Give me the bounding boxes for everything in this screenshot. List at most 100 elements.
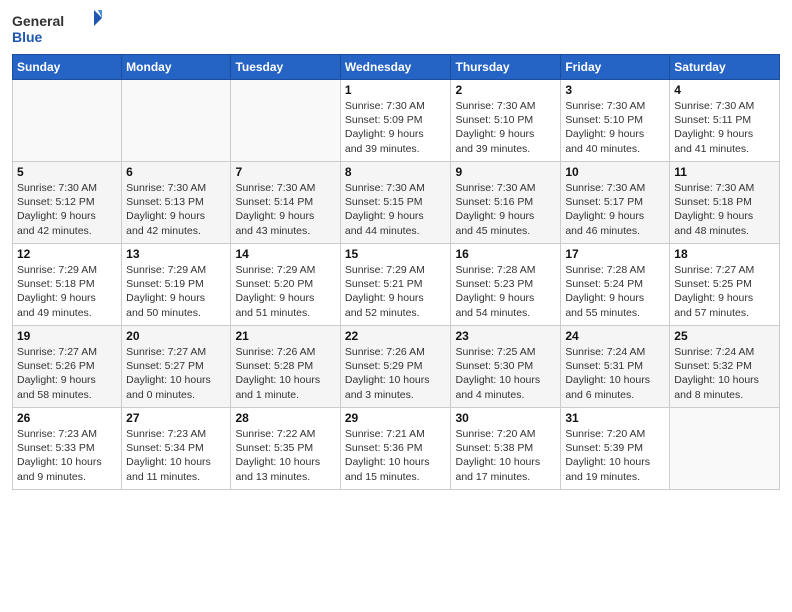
- day-cell-27: 27 Sunrise: 7:23 AMSunset: 5:34 PMDayligh…: [122, 408, 231, 490]
- day-info: Sunrise: 7:24 AMSunset: 5:31 PMDaylight:…: [565, 345, 665, 402]
- svg-text:General: General: [12, 13, 64, 29]
- day-info: Sunrise: 7:30 AMSunset: 5:15 PMDaylight:…: [345, 181, 447, 238]
- day-cell-16: 16 Sunrise: 7:28 AMSunset: 5:23 PMDayligh…: [451, 244, 561, 326]
- header: General Blue: [12, 10, 780, 46]
- day-number: 23: [455, 329, 556, 343]
- day-info: Sunrise: 7:30 AMSunset: 5:14 PMDaylight:…: [235, 181, 335, 238]
- day-info: Sunrise: 7:27 AMSunset: 5:25 PMDaylight:…: [674, 263, 775, 320]
- day-info: Sunrise: 7:28 AMSunset: 5:23 PMDaylight:…: [455, 263, 556, 320]
- day-number: 7: [235, 165, 335, 179]
- day-info: Sunrise: 7:30 AMSunset: 5:10 PMDaylight:…: [455, 99, 556, 156]
- day-number: 22: [345, 329, 447, 343]
- weekday-header-sunday: Sunday: [13, 55, 122, 80]
- day-cell-11: 11 Sunrise: 7:30 AMSunset: 5:18 PMDayligh…: [670, 162, 780, 244]
- weekday-header-row: SundayMondayTuesdayWednesdayThursdayFrid…: [13, 55, 780, 80]
- day-info: Sunrise: 7:23 AMSunset: 5:34 PMDaylight:…: [126, 427, 226, 484]
- day-info: Sunrise: 7:20 AMSunset: 5:38 PMDaylight:…: [455, 427, 556, 484]
- svg-text:Blue: Blue: [12, 29, 43, 45]
- calendar-week-5: 26 Sunrise: 7:23 AMSunset: 5:33 PMDayligh…: [13, 408, 780, 490]
- day-info: Sunrise: 7:30 AMSunset: 5:17 PMDaylight:…: [565, 181, 665, 238]
- day-number: 1: [345, 83, 447, 97]
- day-cell-4: 4Sunrise: 7:30 AMSunset: 5:11 PMDaylight…: [670, 80, 780, 162]
- day-number: 27: [126, 411, 226, 425]
- day-number: 26: [17, 411, 117, 425]
- day-cell-15: 15Sunrise: 7:29 AMSunset: 5:21 PMDayligh…: [340, 244, 451, 326]
- day-number: 3: [565, 83, 665, 97]
- day-cell-19: 19Sunrise: 7:27 AMSunset: 5:26 PMDayligh…: [13, 326, 122, 408]
- day-cell-23: 23 Sunrise: 7:25 AMSunset: 5:30 PMDayligh…: [451, 326, 561, 408]
- empty-cell: [122, 80, 231, 162]
- weekday-header-wednesday: Wednesday: [340, 55, 451, 80]
- day-cell-14: 14 Sunrise: 7:29 AMSunset: 5:20 PMDayligh…: [231, 244, 340, 326]
- day-number: 17: [565, 247, 665, 261]
- day-info: Sunrise: 7:23 AMSunset: 5:33 PMDaylight:…: [17, 427, 117, 484]
- calendar-week-3: 12 Sunrise: 7:29 AMSunset: 5:18 PMDayligh…: [13, 244, 780, 326]
- day-number: 16: [455, 247, 556, 261]
- day-cell-29: 29 Sunrise: 7:21 AMSunset: 5:36 PMDayligh…: [340, 408, 451, 490]
- day-number: 31: [565, 411, 665, 425]
- day-cell-30: 30Sunrise: 7:20 AMSunset: 5:38 PMDayligh…: [451, 408, 561, 490]
- day-info: Sunrise: 7:29 AMSunset: 5:20 PMDaylight:…: [235, 263, 335, 320]
- calendar-week-1: 1 Sunrise: 7:30 AMSunset: 5:09 PMDaylight…: [13, 80, 780, 162]
- day-number: 25: [674, 329, 775, 343]
- day-info: Sunrise: 7:30 AMSunset: 5:10 PMDaylight:…: [565, 99, 665, 156]
- weekday-header-saturday: Saturday: [670, 55, 780, 80]
- day-cell-28: 28Sunrise: 7:22 AMSunset: 5:35 PMDayligh…: [231, 408, 340, 490]
- day-cell-9: 9 Sunrise: 7:30 AMSunset: 5:16 PMDaylight…: [451, 162, 561, 244]
- day-number: 9: [455, 165, 556, 179]
- day-number: 29: [345, 411, 447, 425]
- day-number: 14: [235, 247, 335, 261]
- day-number: 21: [235, 329, 335, 343]
- day-info: Sunrise: 7:27 AMSunset: 5:26 PMDaylight:…: [17, 345, 117, 402]
- day-number: 12: [17, 247, 117, 261]
- day-cell-13: 13Sunrise: 7:29 AMSunset: 5:19 PMDayligh…: [122, 244, 231, 326]
- empty-cell: [231, 80, 340, 162]
- day-info: Sunrise: 7:22 AMSunset: 5:35 PMDaylight:…: [235, 427, 335, 484]
- weekday-header-monday: Monday: [122, 55, 231, 80]
- day-cell-31: 31 Sunrise: 7:20 AMSunset: 5:39 PMDayligh…: [561, 408, 670, 490]
- day-cell-17: 17 Sunrise: 7:28 AMSunset: 5:24 PMDayligh…: [561, 244, 670, 326]
- day-info: Sunrise: 7:20 AMSunset: 5:39 PMDaylight:…: [565, 427, 665, 484]
- day-cell-18: 18 Sunrise: 7:27 AMSunset: 5:25 PMDayligh…: [670, 244, 780, 326]
- day-number: 11: [674, 165, 775, 179]
- day-info: Sunrise: 7:29 AMSunset: 5:18 PMDaylight:…: [17, 263, 117, 320]
- day-number: 18: [674, 247, 775, 261]
- day-info: Sunrise: 7:28 AMSunset: 5:24 PMDaylight:…: [565, 263, 665, 320]
- day-info: Sunrise: 7:26 AMSunset: 5:29 PMDaylight:…: [345, 345, 447, 402]
- day-number: 5: [17, 165, 117, 179]
- day-info: Sunrise: 7:30 AMSunset: 5:18 PMDaylight:…: [674, 181, 775, 238]
- calendar-table: SundayMondayTuesdayWednesdayThursdayFrid…: [12, 54, 780, 490]
- day-info: Sunrise: 7:30 AMSunset: 5:12 PMDaylight:…: [17, 181, 117, 238]
- day-cell-7: 7 Sunrise: 7:30 AMSunset: 5:14 PMDaylight…: [231, 162, 340, 244]
- day-info: Sunrise: 7:30 AMSunset: 5:13 PMDaylight:…: [126, 181, 226, 238]
- day-info: Sunrise: 7:26 AMSunset: 5:28 PMDaylight:…: [235, 345, 335, 402]
- day-number: 20: [126, 329, 226, 343]
- day-info: Sunrise: 7:21 AMSunset: 5:36 PMDaylight:…: [345, 427, 447, 484]
- day-info: Sunrise: 7:30 AMSunset: 5:11 PMDaylight:…: [674, 99, 775, 156]
- weekday-header-tuesday: Tuesday: [231, 55, 340, 80]
- logo: General Blue: [12, 10, 102, 46]
- day-number: 6: [126, 165, 226, 179]
- day-cell-12: 12 Sunrise: 7:29 AMSunset: 5:18 PMDayligh…: [13, 244, 122, 326]
- day-number: 24: [565, 329, 665, 343]
- day-cell-10: 10 Sunrise: 7:30 AMSunset: 5:17 PMDayligh…: [561, 162, 670, 244]
- logo-svg: General Blue: [12, 10, 102, 46]
- day-cell-25: 25Sunrise: 7:24 AMSunset: 5:32 PMDayligh…: [670, 326, 780, 408]
- day-cell-3: 3 Sunrise: 7:30 AMSunset: 5:10 PMDaylight…: [561, 80, 670, 162]
- day-cell-8: 8 Sunrise: 7:30 AMSunset: 5:15 PMDaylight…: [340, 162, 451, 244]
- day-number: 10: [565, 165, 665, 179]
- empty-cell: [670, 408, 780, 490]
- day-cell-1: 1 Sunrise: 7:30 AMSunset: 5:09 PMDaylight…: [340, 80, 451, 162]
- weekday-header-thursday: Thursday: [451, 55, 561, 80]
- day-info: Sunrise: 7:25 AMSunset: 5:30 PMDaylight:…: [455, 345, 556, 402]
- calendar-week-2: 5 Sunrise: 7:30 AMSunset: 5:12 PMDaylight…: [13, 162, 780, 244]
- empty-cell: [13, 80, 122, 162]
- day-info: Sunrise: 7:29 AMSunset: 5:19 PMDaylight:…: [126, 263, 226, 320]
- day-info: Sunrise: 7:30 AMSunset: 5:09 PMDaylight:…: [345, 99, 447, 156]
- day-cell-21: 21 Sunrise: 7:26 AMSunset: 5:28 PMDayligh…: [231, 326, 340, 408]
- day-cell-26: 26 Sunrise: 7:23 AMSunset: 5:33 PMDayligh…: [13, 408, 122, 490]
- day-cell-24: 24 Sunrise: 7:24 AMSunset: 5:31 PMDayligh…: [561, 326, 670, 408]
- day-number: 8: [345, 165, 447, 179]
- day-cell-20: 20Sunrise: 7:27 AMSunset: 5:27 PMDayligh…: [122, 326, 231, 408]
- day-info: Sunrise: 7:30 AMSunset: 5:16 PMDaylight:…: [455, 181, 556, 238]
